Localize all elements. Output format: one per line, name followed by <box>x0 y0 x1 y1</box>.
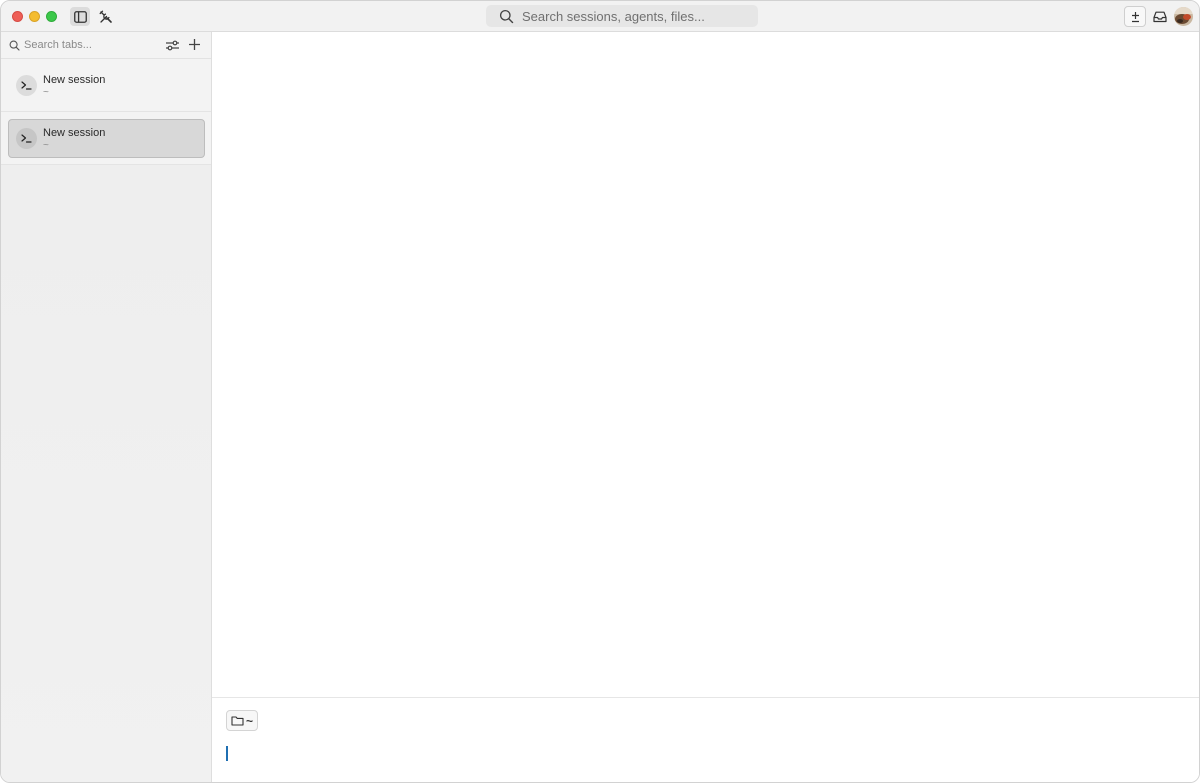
sidebar-empty-area <box>1 165 211 782</box>
title-bar: Search sessions, agents, files... <box>1 1 1199 32</box>
plus-minus-icon <box>1131 11 1139 22</box>
directory-chip[interactable]: ~ <box>226 710 258 731</box>
sidebar-panel-icon <box>73 10 87 23</box>
session-item[interactable]: New session ~ <box>1 59 211 112</box>
sidebar-toggle-button[interactable] <box>70 7 90 26</box>
global-search-input[interactable]: Search sessions, agents, files... <box>486 5 758 27</box>
terminal-icon <box>16 128 37 149</box>
main-content: ~ <box>212 32 1199 782</box>
terminal-icon <box>16 75 37 96</box>
app-window: Search sessions, agents, files... Search… <box>0 0 1200 783</box>
window-close-button[interactable] <box>12 11 23 22</box>
tools-button[interactable] <box>96 7 115 26</box>
folder-icon <box>231 716 244 726</box>
text-cursor[interactable] <box>226 746 228 761</box>
session-title: New session <box>43 127 106 139</box>
tools-icon <box>99 10 112 23</box>
global-search-placeholder: Search sessions, agents, files... <box>522 8 705 24</box>
tab-search-placeholder: Search tabs... <box>24 39 92 51</box>
filter-button[interactable] <box>165 38 180 53</box>
inbox-button[interactable] <box>1150 7 1169 26</box>
sidebar: Search tabs... New session ~ New session… <box>1 32 212 782</box>
session-card <box>8 119 205 158</box>
user-avatar[interactable] <box>1174 7 1193 26</box>
new-tab-button[interactable] <box>187 37 202 52</box>
session-card <box>8 66 205 105</box>
session-path: ~ <box>43 140 49 151</box>
filter-icon <box>166 40 179 51</box>
session-list: New session ~ New session ~ <box>1 59 211 165</box>
plus-minus-button[interactable] <box>1124 6 1146 27</box>
session-path: ~ <box>43 87 49 98</box>
session-title: New session <box>43 74 106 86</box>
window-minimize-button[interactable] <box>29 11 40 22</box>
search-icon <box>499 9 514 24</box>
window-maximize-button[interactable] <box>46 11 57 22</box>
plus-icon <box>189 39 200 50</box>
composer: ~ <box>212 697 1199 782</box>
session-item-selected[interactable]: New session ~ <box>1 112 211 165</box>
search-icon <box>9 40 20 51</box>
directory-label: ~ <box>245 713 253 728</box>
inbox-icon <box>1152 11 1167 22</box>
